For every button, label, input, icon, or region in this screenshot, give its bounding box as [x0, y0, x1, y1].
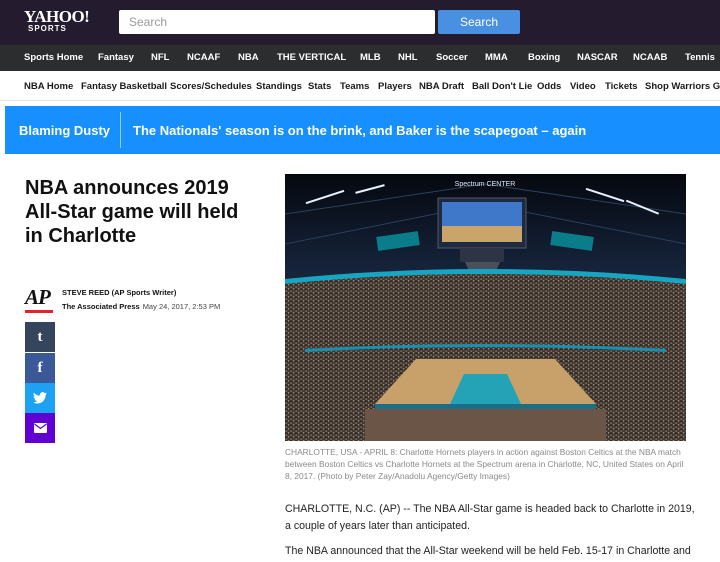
nav-nba[interactable]: NBA	[238, 52, 259, 63]
nav-tennis[interactable]: Tennis	[685, 52, 715, 63]
ap-logo-bar	[25, 310, 53, 313]
article-timestamp: May 24, 2017, 2:53 PM	[142, 302, 221, 311]
article-byline: The Associated Press May 24, 2017, 2:53 P…	[62, 302, 220, 311]
search-input[interactable]	[119, 10, 435, 34]
tumblr-icon: t	[37, 328, 43, 345]
nav-ncaab[interactable]: NCAAB	[633, 52, 667, 63]
nav-the-vertical[interactable]: THE VERTICAL	[277, 52, 346, 63]
nav-boxing[interactable]: Boxing	[528, 52, 560, 63]
ap-logo: AP	[25, 287, 55, 314]
nav-ncaaf[interactable]: NCAAF	[187, 52, 220, 63]
subnav-video[interactable]: Video	[570, 81, 596, 92]
arena-sign: Spectrum CENTER	[455, 181, 516, 188]
top-header: YAHOO! SPORTS Search	[0, 0, 720, 45]
subnav-stats[interactable]: Stats	[308, 81, 331, 92]
nav-nascar[interactable]: NASCAR	[577, 52, 618, 63]
subnav-players[interactable]: Players	[378, 81, 412, 92]
nav-fantasy[interactable]: Fantasy	[98, 52, 134, 63]
article-photo[interactable]: Spectrum CENTER	[285, 174, 686, 441]
share-mail-button[interactable]	[25, 413, 55, 443]
ap-logo-text: AP	[25, 285, 51, 309]
photo-caption: CHARLOTTE, USA - APRIL 8: Charlotte Horn…	[285, 447, 684, 481]
subnav-scores-schedules[interactable]: Scores/Schedules	[170, 81, 252, 92]
subnav-ball-dont-lie[interactable]: Ball Don't Lie	[472, 81, 532, 92]
subnav-standings[interactable]: Standings	[256, 81, 302, 92]
nav-nfl[interactable]: NFL	[151, 52, 169, 63]
subnav-nba-home[interactable]: NBA Home	[24, 81, 73, 92]
logo-subtitle: SPORTS	[28, 24, 67, 33]
nav-soccer[interactable]: Soccer	[436, 52, 468, 63]
subnav-fantasy-basketball[interactable]: Fantasy Basketball	[81, 81, 167, 92]
arena-photo-image: Spectrum CENTER	[285, 174, 686, 441]
search-button[interactable]: Search	[438, 10, 520, 34]
mail-icon	[33, 423, 47, 433]
nav-sports-home[interactable]: Sports Home	[24, 52, 83, 63]
nav-nhl[interactable]: NHL	[398, 52, 418, 63]
yahoo-sports-logo[interactable]: YAHOO! SPORTS	[24, 7, 90, 33]
nav-mlb[interactable]: MLB	[360, 52, 381, 63]
subnav-odds[interactable]: Odds	[537, 81, 561, 92]
banner-story-link[interactable]: The Nationals' season is on the brink, a…	[133, 123, 586, 138]
article-source[interactable]: The Associated Press	[62, 302, 140, 311]
sports-nav: Sports Home Fantasy NFL NCAAF NBA THE VE…	[0, 45, 720, 71]
featured-story-banner[interactable]: Blaming Dusty The Nationals' season is o…	[5, 106, 720, 154]
nav-mma[interactable]: MMA	[485, 52, 508, 63]
banner-blog-name[interactable]: Blaming Dusty	[19, 123, 110, 138]
facebook-icon: f	[37, 359, 43, 376]
logo-wordmark: YAHOO!	[24, 7, 90, 26]
subnav-teams[interactable]: Teams	[340, 81, 369, 92]
article-paragraph: The NBA announced that the All-Star week…	[285, 545, 691, 557]
nba-subnav: NBA Home Fantasy Basketball Scores/Sched…	[0, 71, 720, 101]
subnav-nba-draft[interactable]: NBA Draft	[419, 81, 464, 92]
article-author[interactable]: STEVE REED (AP Sports Writer)	[62, 288, 176, 297]
article-paragraph: CHARLOTTE, N.C. (AP) -- The NBA All-Star…	[285, 503, 695, 532]
article-headline: NBA announces 2019 All-Star game will he…	[25, 177, 239, 247]
share-twitter-button[interactable]	[25, 383, 55, 413]
twitter-icon	[33, 392, 47, 404]
subnav-tickets[interactable]: Tickets	[605, 81, 638, 92]
banner-divider	[120, 112, 121, 148]
share-tumblr-button[interactable]: t	[25, 322, 55, 352]
subnav-shop-warriors-gear[interactable]: Shop Warriors Gear	[645, 81, 720, 92]
share-facebook-button[interactable]: f	[25, 353, 55, 383]
